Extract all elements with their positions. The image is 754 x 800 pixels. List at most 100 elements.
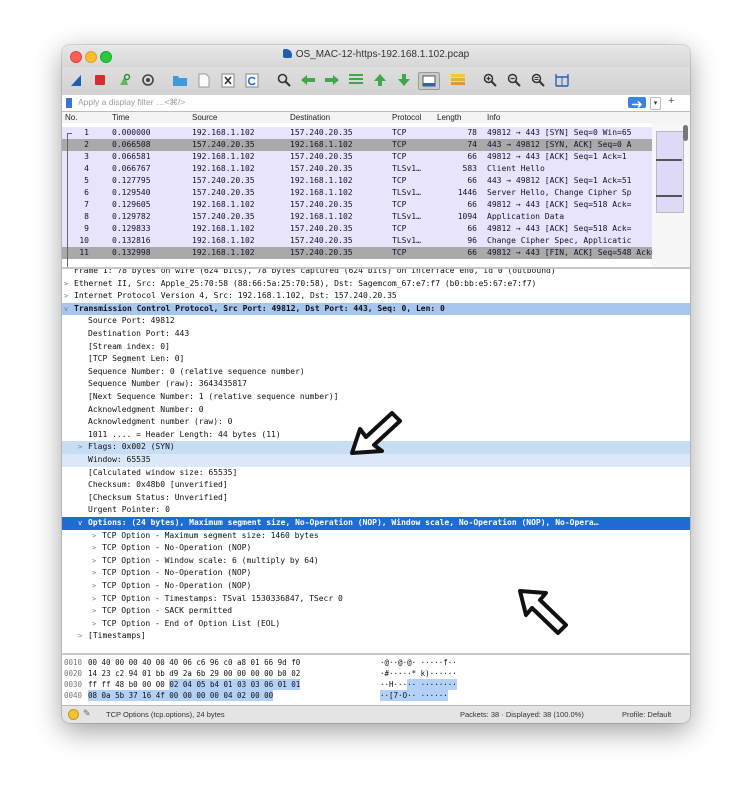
packet-row[interactable]: 3 0.066581 192.168.1.102 157.240.20.35 TCP 66… xyxy=(62,151,652,163)
expanded-chevron-icon[interactable]: v xyxy=(78,517,82,530)
filter-dropdown-icon[interactable]: ▾ xyxy=(650,97,661,110)
packet-minimap[interactable] xyxy=(652,123,690,267)
open-folder-icon[interactable] xyxy=(172,72,188,88)
packet-row[interactable]: 5 0.127795 157.240.20.35 192.168.1.102 TCP 66… xyxy=(62,175,652,187)
detail-tree-item[interactable]: Destination Port: 443 xyxy=(62,328,690,341)
collapsed-chevron-icon[interactable]: > xyxy=(78,630,82,643)
hexdump-ascii-sel: ·· ········ xyxy=(407,679,457,690)
autoscroll-icon[interactable] xyxy=(418,72,440,90)
collapsed-chevron-icon[interactable]: > xyxy=(92,618,96,631)
hexdump-line[interactable]: 0010 00 40 00 00 40 00 40 06 c6 96 c0 a8 … xyxy=(62,657,690,668)
first-packet-icon[interactable] xyxy=(372,72,388,88)
reload-icon[interactable] xyxy=(244,72,260,88)
detail-tree-item[interactable]: > TCP Option - No-Operation (NOP) xyxy=(62,580,690,593)
detail-tree-label: Sequence Number: 0 (relative sequence nu… xyxy=(88,366,305,376)
collapsed-chevron-icon[interactable]: > xyxy=(92,567,96,580)
packet-row[interactable]: 2 0.066508 157.240.20.35 192.168.1.102 TCP 74… xyxy=(62,139,652,151)
packet-row[interactable]: 10 0.132816 192.168.1.102 157.240.20.35 TLSv… xyxy=(62,235,652,247)
detail-tree-item[interactable]: [Checksum Status: Unverified] xyxy=(62,492,690,505)
detail-tree-item[interactable]: > TCP Option - No-Operation (NOP) xyxy=(62,567,690,580)
expanded-chevron-icon[interactable]: v xyxy=(64,303,68,316)
detail-tree-item[interactable]: Sequence Number (raw): 3643435817 xyxy=(62,378,690,391)
forward-arrow-icon[interactable] xyxy=(324,72,340,88)
file-icon[interactable] xyxy=(196,72,212,88)
detail-tree-item[interactable]: [TCP Segment Len: 0] xyxy=(62,353,690,366)
packet-row[interactable]: 8 0.129782 157.240.20.35 192.168.1.102 TLSv1… xyxy=(62,211,652,223)
detail-tree-item[interactable]: Urgent Pointer: 0 xyxy=(62,504,690,517)
detail-tree-item[interactable]: Frame 1: 78 bytes on wire (624 bits), 78… xyxy=(62,269,690,278)
detail-tree-item[interactable]: > TCP Option - SACK permitted xyxy=(62,605,690,618)
col-no[interactable]: No. xyxy=(65,113,77,122)
shark-fin-start-icon[interactable] xyxy=(68,72,84,88)
detail-tree-item[interactable]: Sequence Number: 0 (relative sequence nu… xyxy=(62,366,690,379)
packet-cell-proto: TCP xyxy=(392,248,407,257)
collapsed-chevron-icon[interactable]: > xyxy=(92,580,96,593)
hexdump-line[interactable]: 0030 ff ff 48 b0 00 00 02 04 05 b4 01 03 0… xyxy=(62,679,690,690)
edit-comment-icon[interactable]: ✎ xyxy=(83,708,91,719)
col-info[interactable]: Info xyxy=(487,113,500,122)
last-packet-icon[interactable] xyxy=(396,72,412,88)
packet-row[interactable]: 1 0.000000 192.168.1.102 157.240.20.35 TCP 78… xyxy=(62,127,652,139)
hexdump-line[interactable]: 0040 08 0a 5b 37 16 4f 00 00 00 00 04 02 … xyxy=(62,690,690,701)
detail-tree-item[interactable]: Source Port: 49812 xyxy=(62,315,690,328)
restart-icon[interactable] xyxy=(116,72,132,88)
collapsed-chevron-icon[interactable]: > xyxy=(64,290,68,303)
resize-columns-icon[interactable] xyxy=(554,72,570,88)
hexdump-offset: 0010 xyxy=(64,658,83,667)
packet-list-scrollbar[interactable] xyxy=(683,125,688,141)
packet-cell-info: 49812 → 443 [ACK] Seq=1 Ack=1 xyxy=(487,152,627,161)
collapsed-chevron-icon[interactable]: > xyxy=(92,593,96,606)
bookmark-icon[interactable] xyxy=(66,98,72,108)
detail-tree-item[interactable]: > TCP Option - No-Operation (NOP) xyxy=(62,542,690,555)
packet-cell-len: 96 xyxy=(467,236,477,245)
detail-tree-item[interactable]: > TCP Option - Window scale: 6 (multiply … xyxy=(62,555,690,568)
hexdump-line[interactable]: 0020 14 23 c2 94 01 bb d9 2a 6b 29 00 00 … xyxy=(62,668,690,679)
col-length[interactable]: Length xyxy=(437,113,461,122)
hexdump-ascii: ·#·····* k)······ xyxy=(380,669,457,678)
close-file-icon[interactable] xyxy=(220,72,236,88)
packet-row[interactable]: 4 0.066767 192.168.1.102 157.240.20.35 TLSv1… xyxy=(62,163,652,175)
collapsed-chevron-icon[interactable]: > xyxy=(78,441,82,454)
detail-tree-item[interactable]: v Transmission Control Protocol, Src Port… xyxy=(62,302,690,316)
expert-info-icon[interactable] xyxy=(68,709,79,720)
collapsed-chevron-icon[interactable]: > xyxy=(92,530,96,543)
back-arrow-icon[interactable] xyxy=(300,72,316,88)
detail-tree-label: Destination Port: 443 xyxy=(88,329,190,338)
detail-tree-item[interactable]: > TCP Option - Timestamps: TSval 15303368… xyxy=(62,593,690,606)
detail-tree-item[interactable]: [Stream index: 0] xyxy=(62,341,690,354)
detail-tree-item[interactable]: [Calculated window size: 65535] xyxy=(62,467,690,480)
apply-filter-arrow-icon[interactable] xyxy=(628,97,646,109)
col-protocol[interactable]: Protocol xyxy=(392,113,421,122)
detail-tree-item[interactable]: v Options: (24 bytes), Maximum segment si… xyxy=(62,517,690,530)
detail-tree-item[interactable]: > TCP Option - End of Option List (EOL) xyxy=(62,618,690,631)
zoom-out-icon[interactable] xyxy=(506,72,522,88)
zoom-in-icon[interactable] xyxy=(482,72,498,88)
packet-row[interactable]: 6 0.129540 157.240.20.35 192.168.1.102 TLSv1… xyxy=(62,187,652,199)
colorize-icon[interactable] xyxy=(450,72,466,88)
packet-row[interactable]: 9 0.129833 192.168.1.102 157.240.20.35 TCP 66… xyxy=(62,223,652,235)
col-destination[interactable]: Destination xyxy=(290,113,330,122)
collapsed-chevron-icon[interactable]: > xyxy=(92,542,96,555)
collapsed-chevron-icon[interactable]: > xyxy=(64,278,68,291)
find-icon[interactable] xyxy=(276,72,292,88)
detail-tree-item[interactable]: > [Timestamps] xyxy=(62,630,690,643)
go-to-packet-icon[interactable] xyxy=(348,72,364,88)
col-source[interactable]: Source xyxy=(192,113,217,122)
collapsed-chevron-icon[interactable]: > xyxy=(92,555,96,568)
col-time[interactable]: Time xyxy=(112,113,129,122)
detail-tree-label: TCP Option - Timestamps: TSval 153033684… xyxy=(102,593,343,603)
detail-tree-item[interactable]: [Next Sequence Number: 1 (relative seque… xyxy=(62,391,690,404)
packet-row[interactable]: 11 0.132998 192.168.1.102 157.240.20.35 TCP 6… xyxy=(62,247,652,259)
detail-tree-item[interactable]: > Internet Protocol Version 4, Src: 192.1… xyxy=(62,290,690,303)
normal-size-icon[interactable] xyxy=(530,72,546,88)
options-gear-icon[interactable] xyxy=(140,72,156,88)
collapsed-chevron-icon[interactable]: > xyxy=(92,605,96,618)
display-filter-input[interactable]: Apply a display filter …<⌘/> xyxy=(78,97,185,108)
detail-tree-item[interactable]: Checksum: 0x48b0 [unverified] xyxy=(62,479,690,492)
status-profile[interactable]: Profile: Default xyxy=(622,710,671,719)
packet-row[interactable]: 7 0.129605 192.168.1.102 157.240.20.35 TCP 66… xyxy=(62,199,652,211)
detail-tree-item[interactable]: > Ethernet II, Src: Apple_25:70:58 (88:66… xyxy=(62,278,690,291)
detail-tree-item[interactable]: > TCP Option - Maximum segment size: 1460… xyxy=(62,530,690,543)
stop-icon[interactable] xyxy=(92,72,108,88)
add-filter-button[interactable]: + xyxy=(668,95,674,107)
